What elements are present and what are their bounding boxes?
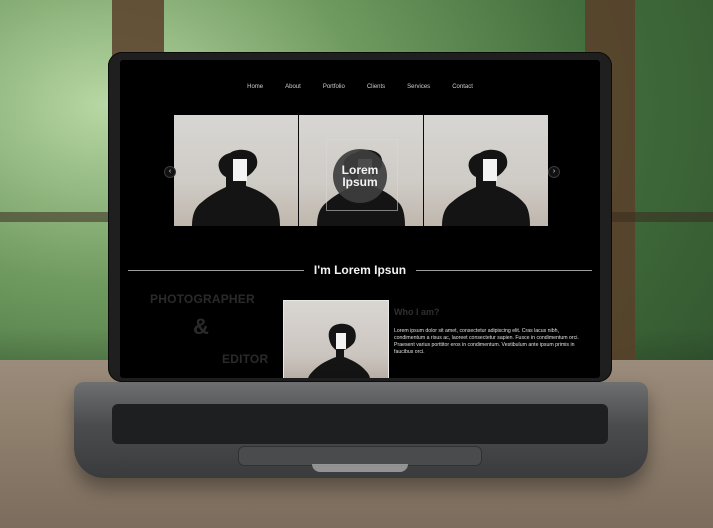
role-editor: EDITOR	[222, 352, 269, 366]
person-photo	[442, 149, 530, 226]
chevron-left-icon: ‹	[168, 168, 172, 175]
section-heading: I'm Lorem Ipsun	[313, 263, 407, 277]
roles-ghost-text: PHOTOGRAPHER & EDITOR	[138, 292, 288, 378]
person-photo	[192, 149, 280, 226]
profile-photo	[283, 300, 389, 378]
keyboard	[112, 404, 608, 444]
about-paragraph: Lorem ipsum dolor sit amet, consectetur …	[394, 328, 579, 355]
carousel-next-button[interactable]: ›	[548, 166, 560, 178]
nav-clients[interactable]: Clients	[367, 84, 385, 98]
trackpad	[238, 446, 482, 466]
section-divider-right	[416, 269, 593, 271]
laptop-screen: Home About Portfolio Clients Services Co…	[120, 60, 600, 378]
nav-portfolio[interactable]: Portfolio	[323, 84, 345, 98]
hero-overlay-line-2: Ipsum	[342, 175, 378, 189]
section-divider-left	[128, 269, 304, 271]
chevron-right-icon: ›	[552, 168, 556, 175]
hero-overlay-badge: Lorem Ipsum	[333, 149, 387, 203]
who-title: Who I am?	[394, 307, 440, 317]
carousel-slide	[174, 115, 298, 226]
person-photo	[308, 323, 370, 378]
nav-about[interactable]: About	[285, 84, 301, 98]
role-photographer: PHOTOGRAPHER	[150, 292, 255, 306]
carousel-prev-button[interactable]: ‹	[164, 166, 176, 178]
carousel-slide	[424, 115, 548, 226]
role-ampersand: &	[193, 314, 210, 339]
base-notch	[312, 464, 408, 472]
nav-home[interactable]: Home	[247, 84, 263, 98]
top-nav: Home About Portfolio Clients Services Co…	[120, 84, 600, 98]
section-title: I'm Lorem Ipsun	[128, 262, 593, 278]
nav-services[interactable]: Services	[407, 84, 430, 98]
nav-contact[interactable]: Contact	[452, 84, 473, 98]
